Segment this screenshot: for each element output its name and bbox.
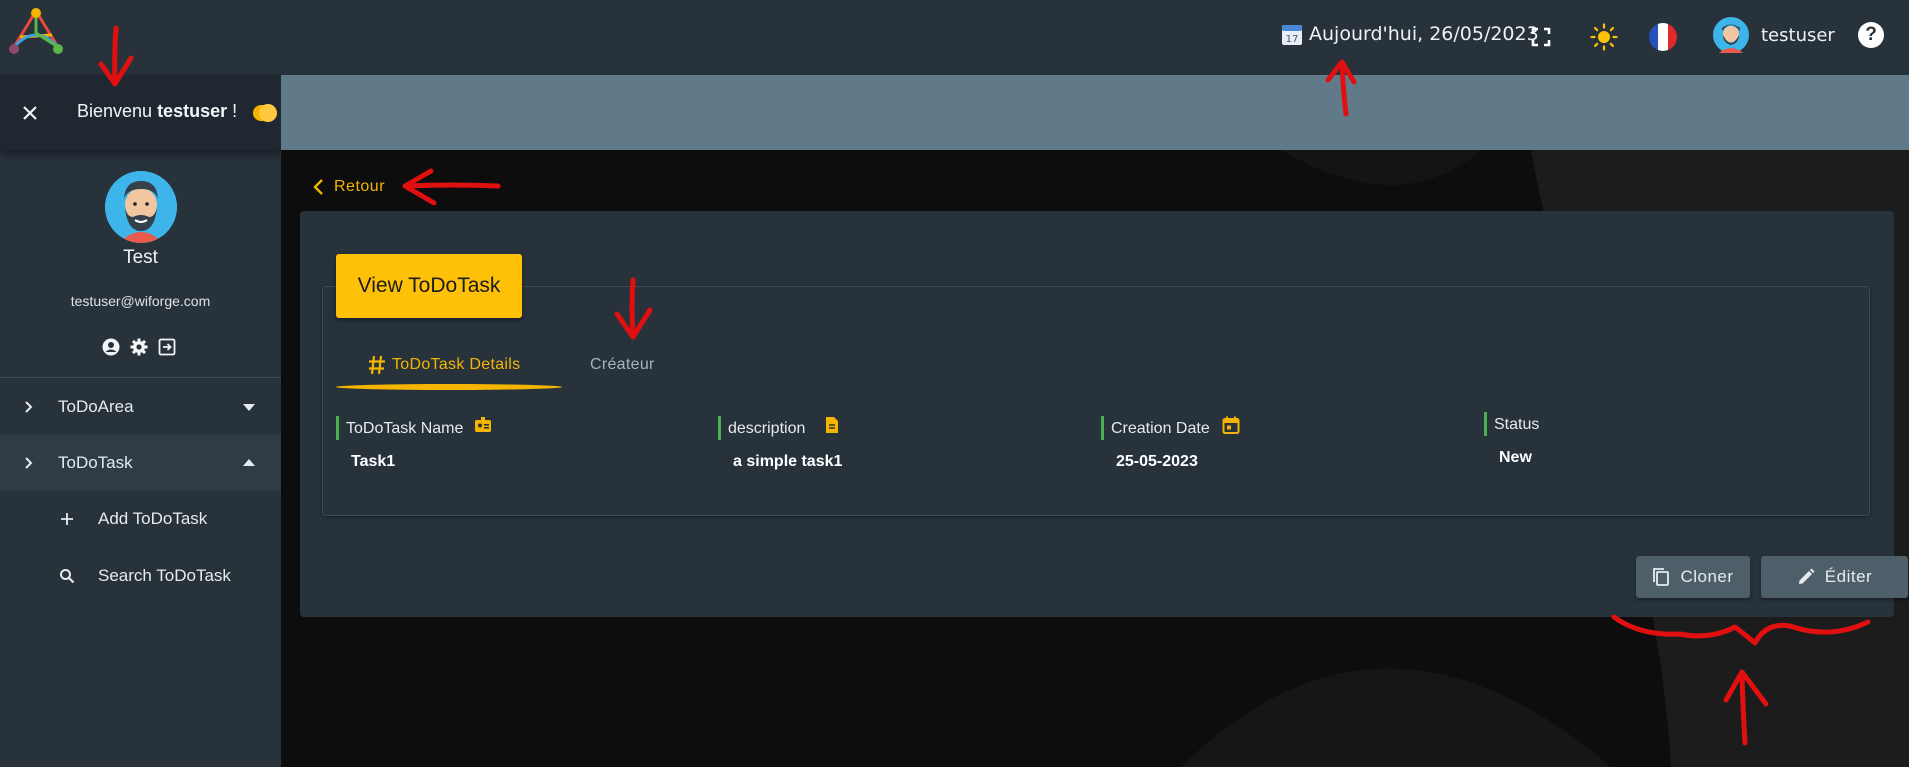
profile-name: Test: [123, 247, 158, 268]
chevron-right-icon: [25, 401, 33, 413]
id-badge-icon: [475, 417, 491, 432]
field-value: Task1: [351, 453, 396, 470]
field-value: 25-05-2023: [1116, 453, 1198, 470]
nav-item-todoarea[interactable]: ToDoArea: [0, 379, 281, 435]
nav-label-todotask: ToDoTask: [58, 453, 133, 472]
welcome-suffix: !: [227, 101, 238, 121]
help-label: ?: [1865, 24, 1877, 45]
tab-label-createur: Créateur: [590, 356, 655, 373]
copy-icon: [1653, 568, 1670, 586]
page-banner: [281, 75, 1909, 150]
field-value: New: [1499, 449, 1532, 466]
app-logo[interactable]: [6, 5, 76, 67]
document-icon: [826, 417, 838, 433]
language-flag-fr-icon[interactable]: [1646, 20, 1680, 54]
nav-label-todoarea: ToDoArea: [58, 397, 134, 416]
logout-icon[interactable]: [157, 337, 177, 357]
tab-label-details: ToDoTask Details: [392, 356, 521, 373]
field-label: description: [728, 420, 806, 437]
welcome-prefix: Bienvenu: [77, 101, 158, 121]
user-avatar-icon: [1713, 17, 1749, 53]
tab-createur[interactable]: Créateur: [590, 350, 655, 380]
back-label: Retour: [334, 178, 386, 195]
field-label: Status: [1494, 416, 1540, 433]
top-bar: 17 Aujourd'hui, 26/05/2023 testuser ?: [0, 0, 1909, 75]
welcome-username: testuser: [157, 101, 228, 121]
field-marker: [718, 416, 721, 440]
help-icon[interactable]: ?: [1858, 22, 1884, 48]
plus-icon: [61, 513, 73, 525]
nav-subitem-add-todotask[interactable]: Add ToDoTask: [0, 491, 281, 547]
sidebar-divider: [0, 377, 281, 378]
welcome-message: Bienvenu testuser !: [77, 101, 237, 122]
pencil-icon: [1798, 568, 1815, 584]
profile-avatar: [105, 171, 177, 243]
field-marker: [1484, 412, 1487, 436]
sidebar-header: Bienvenu testuser !: [0, 75, 281, 150]
user-menu[interactable]: testuser: [1713, 17, 1835, 53]
account-circle-icon[interactable]: [101, 337, 121, 357]
task-details-panel: [322, 286, 1870, 516]
clone-label: Cloner: [1680, 567, 1734, 586]
page-title: View ToDoTask: [336, 254, 522, 318]
search-icon: [60, 569, 75, 584]
active-tab-indicator: [336, 384, 562, 390]
edit-label: Éditer: [1824, 567, 1873, 586]
caret-up-icon: [243, 459, 255, 466]
sidebar-toggle[interactable]: [253, 104, 277, 122]
field-value: a simple task1: [733, 453, 843, 470]
edit-button[interactable]: Éditer: [1761, 556, 1908, 598]
chevron-left-icon: [313, 179, 323, 195]
profile-email: testuser@wiforge.com: [70, 293, 211, 309]
chevron-right-icon: [25, 457, 33, 469]
close-sidebar-icon[interactable]: [20, 103, 40, 123]
nav-subitem-search-todotask[interactable]: Search ToDoTask: [0, 548, 281, 604]
field-label: Creation Date: [1111, 420, 1210, 437]
clone-button[interactable]: Cloner: [1636, 556, 1750, 598]
caret-down-icon: [243, 404, 255, 411]
theme-sun-icon[interactable]: [1587, 20, 1621, 54]
username-label: testuser: [1761, 24, 1835, 46]
field-marker: [336, 416, 339, 440]
hashtag-icon: [369, 355, 385, 375]
fullscreen-icon[interactable]: [1524, 20, 1558, 54]
calendar-icon: 17: [1282, 25, 1302, 45]
sidebar: Bienvenu testuser ! Test testuser@wiforg…: [0, 75, 281, 767]
subitem-label-search: Search ToDoTask: [98, 566, 231, 585]
settings-gear-icon[interactable]: [129, 337, 149, 357]
today-date-label: Aujourd'hui, 26/05/2023: [1309, 23, 1539, 45]
calendar-day-text: 17: [1286, 34, 1299, 45]
field-marker: [1101, 416, 1104, 440]
calendar-icon: [1222, 416, 1240, 434]
subitem-label-add: Add ToDoTask: [98, 509, 208, 528]
back-link[interactable]: Retour: [312, 178, 385, 196]
field-label: ToDoTask Name: [346, 420, 464, 437]
profile-actions: [101, 337, 177, 357]
tab-todotask-details[interactable]: ToDoTask Details: [368, 350, 520, 380]
nav-item-todotask[interactable]: ToDoTask: [0, 435, 281, 491]
today-date: 17 Aujourd'hui, 26/05/2023: [1281, 22, 1539, 46]
